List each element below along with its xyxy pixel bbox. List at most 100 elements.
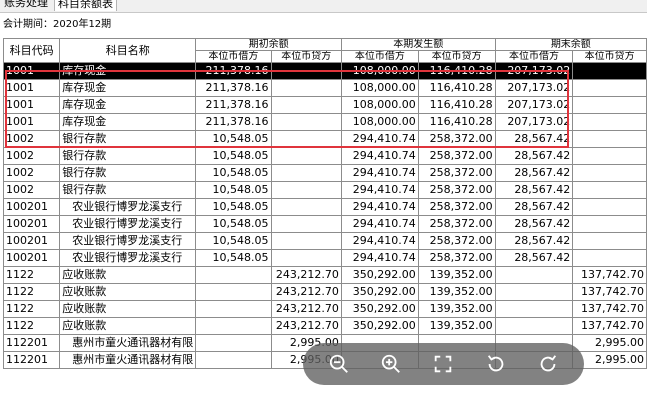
- table-body: 1001 库存现金 211,378.16 108,000.00 116,410.28 20…: [2, 62, 647, 369]
- cell-cb-d: 207,173.02: [494, 113, 574, 131]
- cell-cur-d: 108,000.00: [340, 79, 419, 97]
- cell-cur-c: 258,372.00: [417, 164, 496, 182]
- cell-cur-d: 294,410.74: [340, 181, 419, 199]
- cell-code: 100201: [2, 215, 61, 233]
- tab-accounting[interactable]: 账务处理: [2, 0, 50, 10]
- cell-name: 库存现金: [59, 62, 197, 80]
- cell-name: 应收账款: [59, 283, 197, 301]
- cell-ob-c: [270, 232, 342, 250]
- zoom-in-icon: [382, 354, 401, 373]
- cell-cur-d: 350,292.00: [340, 300, 419, 318]
- cell-cur-c: 116,410.28: [417, 96, 496, 114]
- cell-cur-d: 294,410.74: [340, 232, 419, 250]
- cell-name: 应收账款: [59, 317, 197, 335]
- cell-name: 应收账款: [59, 300, 197, 318]
- cell-cur-c: 258,372.00: [417, 181, 496, 199]
- table-row[interactable]: 100201 农业银行博罗龙溪支行 10,548.05 294,410.74 258,3…: [2, 215, 647, 233]
- cell-cur-c: 258,372.00: [417, 198, 496, 216]
- cell-name: 农业银行博罗龙溪支行: [59, 215, 197, 233]
- tab-account-balance[interactable]: 科目余额表: [54, 0, 117, 11]
- cell-cur-c: 139,352.00: [417, 266, 496, 284]
- table-row[interactable]: 1122 应收账款 243,212.70 350,292.00 139,352.00 13…: [2, 266, 647, 284]
- table-row[interactable]: 1002 银行存款 10,548.05 294,410.74 258,372.00 28,…: [2, 181, 647, 199]
- cell-cb-c: 137,742.70: [572, 300, 647, 318]
- cell-code: 1002: [2, 147, 61, 165]
- cell-cb-c: 137,742.70: [572, 283, 647, 301]
- cell-code: 1002: [2, 130, 61, 148]
- cell-ob-d: 211,378.16: [195, 62, 272, 80]
- header-code[interactable]: 科目代码: [2, 38, 61, 63]
- header-opening-credit[interactable]: 本位币贷方: [270, 50, 342, 63]
- table-row[interactable]: 100201 农业银行博罗龙溪支行 10,548.05 294,410.74 258,3…: [2, 249, 647, 267]
- cell-cb-c: [572, 215, 647, 233]
- header-name[interactable]: 科目名称: [59, 38, 197, 63]
- table-row[interactable]: 1001 库存现金 211,378.16 108,000.00 116,410.28 20…: [2, 62, 647, 80]
- cell-name: 银行存款: [59, 147, 197, 165]
- cell-code: 100201: [2, 232, 61, 250]
- rotate-right-button[interactable]: [535, 351, 561, 377]
- balance-table: 科目代码 科目名称 期初余额 本期发生额 期末余额 本位币借方 本位币贷方 本位…: [2, 38, 647, 369]
- table-row[interactable]: 1122 应收账款 243,212.70 350,292.00 139,352.00 13…: [2, 283, 647, 301]
- cell-ob-d: [195, 334, 272, 352]
- rotate-left-icon: [487, 355, 503, 372]
- table-row[interactable]: 100201 农业银行博罗龙溪支行 10,548.05 294,410.74 258,3…: [2, 232, 647, 250]
- cell-ob-c: 243,212.70: [270, 283, 342, 301]
- cell-cb-c: [572, 96, 647, 114]
- cell-cb-c: [572, 147, 647, 165]
- cell-ob-d: 10,548.05: [195, 198, 272, 216]
- zoom-out-button[interactable]: [326, 351, 352, 377]
- cell-ob-c: [270, 113, 342, 131]
- cell-ob-d: 211,378.16: [195, 79, 272, 97]
- table-row[interactable]: 100201 农业银行博罗龙溪支行 10,548.05 294,410.74 258,3…: [2, 198, 647, 216]
- cell-cur-d: 294,410.74: [340, 215, 419, 233]
- rotate-left-button[interactable]: [483, 351, 509, 377]
- cell-name: 惠州市童火通讯器材有限: [59, 334, 197, 352]
- header-current-credit[interactable]: 本位币贷方: [417, 50, 496, 63]
- cell-cb-d: 28,567.42: [494, 249, 574, 267]
- cell-cur-d: 108,000.00: [340, 113, 419, 131]
- header-closing: 期末余额: [494, 38, 647, 51]
- fullscreen-button[interactable]: [430, 351, 456, 377]
- cell-code: 1002: [2, 181, 61, 199]
- cell-ob-d: [195, 351, 272, 369]
- cell-cb-d: [494, 283, 574, 301]
- table-row[interactable]: 1001 库存现金 211,378.16 108,000.00 116,410.28 20…: [2, 96, 647, 114]
- zoom-in-button[interactable]: [378, 351, 404, 377]
- cell-code: 1002: [2, 164, 61, 182]
- cell-cb-d: 207,173.02: [494, 62, 574, 80]
- header-closing-credit[interactable]: 本位币贷方: [572, 50, 647, 63]
- table-row[interactable]: 1001 库存现金 211,378.16 108,000.00 116,410.28 20…: [2, 79, 647, 97]
- header-current-debit[interactable]: 本位币借方: [340, 50, 419, 63]
- cell-code: 1122: [2, 283, 61, 301]
- rotate-right-icon: [540, 355, 556, 372]
- table-row[interactable]: 1002 银行存款 10,548.05 294,410.74 258,372.00 28,…: [2, 164, 647, 182]
- tab-bar: 账务处理 科目余额表: [0, 0, 647, 13]
- cell-name: 库存现金: [59, 96, 197, 114]
- cell-cur-d: 294,410.74: [340, 147, 419, 165]
- cell-ob-c: [270, 164, 342, 182]
- cell-name: 农业银行博罗龙溪支行: [59, 232, 197, 250]
- cell-ob-c: [270, 181, 342, 199]
- cell-cb-d: 28,567.42: [494, 164, 574, 182]
- cell-ob-d: 10,548.05: [195, 215, 272, 233]
- cell-ob-c: [270, 198, 342, 216]
- cell-cb-c: [572, 198, 647, 216]
- table-row[interactable]: 1002 银行存款 10,548.05 294,410.74 258,372.00 28,…: [2, 130, 647, 148]
- cell-cb-c: [572, 181, 647, 199]
- cell-cur-d: 350,292.00: [340, 317, 419, 335]
- cell-cb-d: [494, 300, 574, 318]
- header-opening-debit[interactable]: 本位币借方: [195, 50, 272, 63]
- cell-cb-c: [572, 130, 647, 148]
- cell-cur-d: 294,410.74: [340, 130, 419, 148]
- table-row[interactable]: 1001 库存现金 211,378.16 108,000.00 116,410.28 20…: [2, 113, 647, 131]
- cell-ob-d: 10,548.05: [195, 249, 272, 267]
- cell-code: 100201: [2, 249, 61, 267]
- cell-ob-d: [195, 266, 272, 284]
- cell-ob-d: 211,378.16: [195, 113, 272, 131]
- table-row[interactable]: 1122 应收账款 243,212.70 350,292.00 139,352.00 13…: [2, 317, 647, 335]
- header-closing-debit[interactable]: 本位币借方: [494, 50, 574, 63]
- cell-cur-c: 116,410.28: [417, 113, 496, 131]
- table-row[interactable]: 1002 银行存款 10,548.05 294,410.74 258,372.00 28,…: [2, 147, 647, 165]
- table-row[interactable]: 1122 应收账款 243,212.70 350,292.00 139,352.00 13…: [2, 300, 647, 318]
- cell-cb-c: 137,742.70: [572, 266, 647, 284]
